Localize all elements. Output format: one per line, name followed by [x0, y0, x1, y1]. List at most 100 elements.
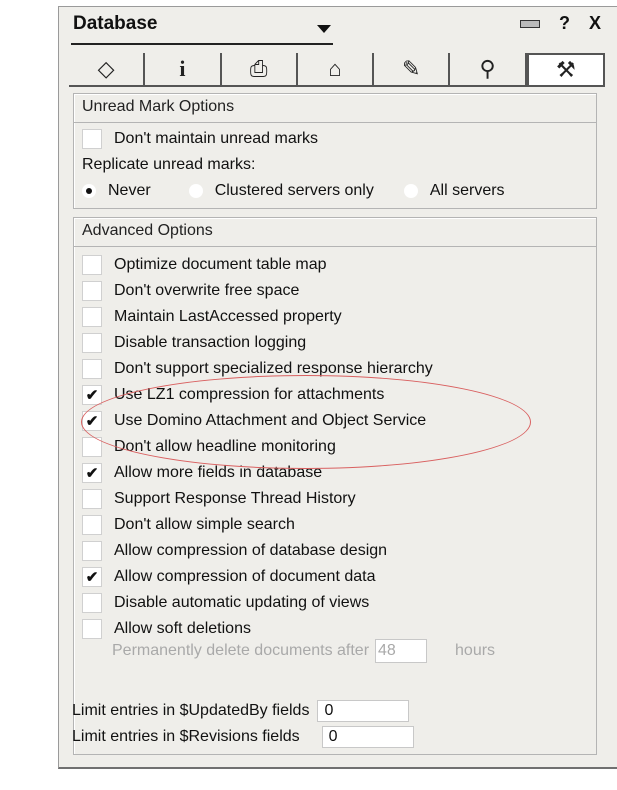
tab-full-text[interactable]: ⚲	[450, 53, 527, 85]
radio-button-selected[interactable]	[82, 184, 96, 198]
design-icon: ⌂	[328, 56, 342, 81]
tab-launch[interactable]: ✎	[374, 53, 451, 85]
advanced-option-checkbox[interactable]	[82, 541, 102, 561]
tab-basics[interactable]: ◇	[69, 53, 146, 85]
advanced-option-label: Maintain LastAccessed property	[114, 308, 342, 325]
dont-maintain-unread-row: Don't maintain unread marks	[82, 128, 318, 150]
advanced-option-row: Maintain LastAccessed property	[82, 306, 342, 328]
replicate-unread-radio-group: Never Clustered servers only All servers	[82, 182, 535, 200]
dont-maintain-unread-checkbox[interactable]	[82, 129, 102, 149]
advanced-option-checkbox[interactable]	[82, 307, 102, 327]
advanced-option-label: Don't overwrite free space	[114, 282, 300, 299]
advanced-option-checkbox[interactable]	[82, 281, 102, 301]
unread-group-header: Unread Mark Options	[82, 98, 235, 115]
advanced-option-checkbox[interactable]	[82, 255, 102, 275]
limit-revisions-row: Limit entries in $Revisions fields 0	[72, 726, 414, 748]
radio-all-servers-label: All servers	[429, 182, 505, 199]
title-dropdown-underline	[71, 43, 333, 45]
advanced-option-row: Allow more fields in database	[82, 462, 322, 484]
radio-button[interactable]	[403, 184, 418, 198]
launch-icon: ✎	[402, 56, 421, 81]
search-icon: ⚲	[479, 56, 496, 81]
soft-delete-prefix: Permanently delete documents after	[112, 642, 370, 659]
tab-design[interactable]: ⌂	[298, 53, 375, 85]
unread-mark-options-group: Unread Mark Options Don't maintain unrea…	[73, 93, 597, 209]
advanced-option-row: Disable automatic updating of views	[82, 592, 369, 614]
advanced-option-label: Allow compression of document data	[114, 568, 376, 585]
advanced-option-label: Disable automatic updating of views	[114, 594, 370, 611]
advanced-option-label: Don't allow headline monitoring	[114, 438, 336, 455]
advanced-option-label: Use LZ1 compression for attachments	[114, 386, 385, 403]
tab-divider	[69, 85, 605, 87]
replicate-unread-label: Replicate unread marks:	[82, 156, 256, 173]
advanced-option-row: Disable transaction logging	[82, 332, 306, 354]
advanced-option-row: Don't support specialized response hiera…	[82, 358, 433, 380]
advanced-option-label: Use Domino Attachment and Object Service	[114, 412, 427, 429]
advanced-options-group: Advanced Options Optimize document table…	[72, 217, 597, 755]
advanced-option-checkbox[interactable]	[82, 489, 102, 509]
advanced-option-label: Allow soft deletions	[114, 620, 251, 637]
database-properties-panel: Database ? X ◇ i ⎙ ⌂ ✎ ⚲ ⚒ Unread Mark O…	[58, 6, 617, 769]
advanced-option-checkbox[interactable]	[82, 359, 102, 379]
advanced-option-row: Don't allow simple search	[82, 514, 295, 536]
advanced-option-checkbox[interactable]	[82, 333, 102, 353]
radio-button[interactable]	[188, 184, 203, 198]
minimize-icon[interactable]	[519, 20, 540, 29]
advanced-icon: ⚒	[555, 57, 576, 82]
basics-icon: ◇	[97, 56, 115, 81]
advanced-option-row: Optimize document table map	[82, 254, 327, 276]
advanced-option-label: Allow more fields in database	[114, 464, 323, 481]
tab-printing[interactable]: ⎙	[222, 53, 298, 85]
dont-maintain-unread-label: Don't maintain unread marks	[114, 130, 319, 147]
screenshot-canvas: Database ? X ◇ i ⎙ ⌂ ✎ ⚲ ⚒ Unread Mark O…	[10, 0, 617, 790]
soft-delete-suffix: hours	[455, 642, 496, 659]
radio-never-label: Never	[108, 182, 151, 199]
advanced-option-label: Don't support specialized response hiera…	[114, 360, 433, 377]
limit-revisions-label: Limit entries in $Revisions fields	[72, 728, 300, 745]
advanced-option-checkbox[interactable]	[82, 619, 102, 639]
advanced-option-label: Support Response Thread History	[114, 490, 356, 507]
advanced-option-row: Use Domino Attachment and Object Service	[82, 410, 426, 432]
soft-delete-row: Permanently delete documents after 48 ho…	[112, 639, 496, 663]
advanced-option-row: Allow compression of database design	[82, 540, 387, 562]
advanced-option-label: Optimize document table map	[114, 256, 327, 273]
close-button[interactable]: X	[589, 13, 601, 33]
limit-updatedby-label: Limit entries in $UpdatedBy fields	[72, 702, 310, 719]
replicate-unread-row: Replicate unread marks:	[82, 154, 255, 176]
advanced-option-checkbox[interactable]	[82, 515, 102, 535]
limit-updatedby-input[interactable]: 0	[317, 700, 410, 722]
radio-clustered[interactable]: Clustered servers only	[188, 182, 374, 200]
advanced-option-checkbox[interactable]	[82, 593, 102, 613]
advanced-option-row: Allow soft deletions	[82, 618, 251, 640]
advanced-option-row: Use LZ1 compression for attachments	[82, 384, 384, 406]
tab-advanced[interactable]: ⚒	[526, 53, 605, 85]
info-icon: i	[179, 56, 186, 81]
printer-icon: ⎙	[249, 56, 268, 81]
advanced-option-row: Don't allow headline monitoring	[82, 436, 336, 458]
advanced-option-label: Don't allow simple search	[114, 516, 295, 533]
advanced-option-label: Allow compression of database design	[114, 542, 388, 559]
advanced-option-checkbox[interactable]	[82, 463, 102, 483]
panel-title: Database	[73, 13, 158, 34]
radio-clustered-label: Clustered servers only	[214, 182, 374, 199]
radio-never[interactable]: Never	[82, 182, 151, 200]
chevron-down-icon[interactable]	[317, 25, 331, 33]
divider	[74, 246, 596, 247]
limit-updatedby-row: Limit entries in $UpdatedBy fields 0	[72, 700, 410, 722]
advanced-option-checkbox[interactable]	[82, 385, 102, 405]
radio-all-servers[interactable]: All servers	[403, 182, 505, 200]
advanced-option-row: Allow compression of document data	[82, 566, 375, 588]
help-button[interactable]: ?	[559, 13, 570, 33]
advanced-option-checkbox[interactable]	[82, 567, 102, 587]
window-controls: ? X	[506, 13, 601, 34]
advanced-option-row: Don't overwrite free space	[82, 280, 299, 302]
soft-delete-days-input[interactable]: 48	[375, 639, 428, 663]
title-bar: Database ? X	[59, 7, 617, 47]
advanced-option-checkbox[interactable]	[82, 437, 102, 457]
advanced-option-checkbox[interactable]	[82, 411, 102, 431]
tab-info[interactable]: i	[145, 53, 222, 85]
advanced-option-row: Support Response Thread History	[82, 488, 356, 510]
limit-revisions-input[interactable]: 0	[321, 726, 414, 748]
advanced-option-label: Disable transaction logging	[114, 334, 307, 351]
divider	[74, 122, 596, 123]
